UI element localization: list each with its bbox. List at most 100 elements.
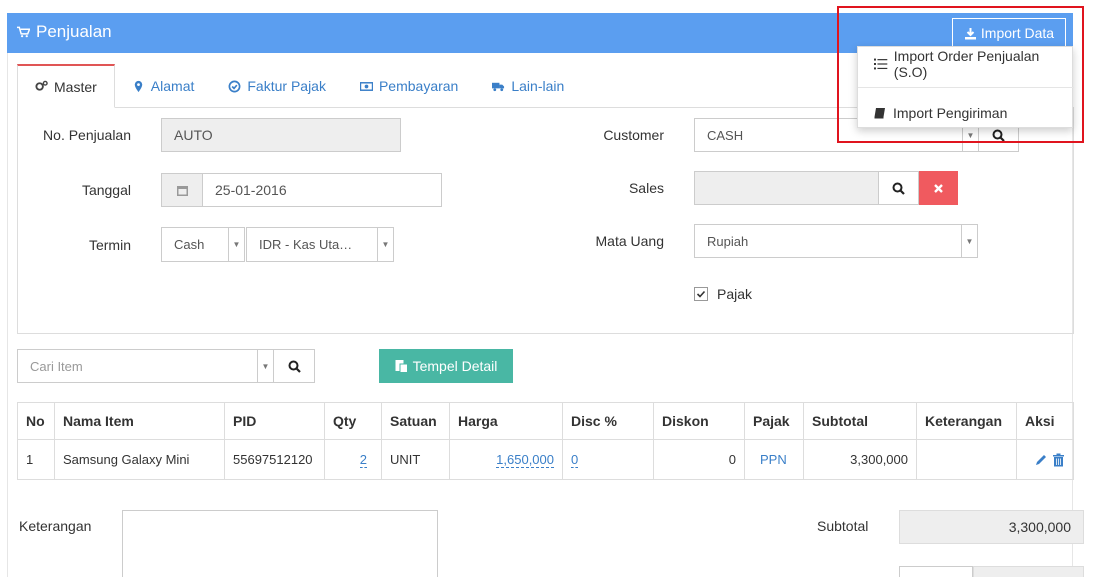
sales-label: Sales — [628, 180, 664, 196]
discount-input[interactable] — [899, 566, 973, 577]
calendar-addon[interactable] — [161, 173, 203, 207]
customer-value: CASH — [707, 127, 744, 143]
cell-keterangan — [916, 439, 1017, 480]
tab-lain-lain[interactable]: Lain-lain — [475, 64, 581, 108]
col-satuan: Satuan — [381, 402, 450, 440]
import-data-label: Import Data — [980, 25, 1055, 41]
truck-icon — [492, 82, 505, 91]
book-icon — [874, 108, 885, 119]
cell-diskon: 0 — [653, 439, 745, 480]
sales-clear-button[interactable] — [919, 171, 958, 205]
no-penjualan-label: No. Penjualan — [43, 127, 131, 143]
disc-edit-link[interactable]: 0 — [571, 452, 579, 468]
cell-pid: 55697512120 — [224, 439, 325, 480]
shopping-cart-icon — [17, 26, 30, 38]
qty-edit-link[interactable]: 2 — [359, 452, 367, 468]
pajak-label: Pajak — [717, 286, 753, 302]
checkmark-icon — [696, 290, 706, 298]
cell-nama: Samsung Galaxy Mini — [54, 439, 225, 480]
cell-disc: 0 — [562, 439, 654, 480]
close-icon — [934, 183, 943, 193]
search-icon — [288, 360, 301, 373]
menu-item-import-order-label: Import Order Penjualan (S.O) — [893, 48, 1040, 80]
harga-edit-link[interactable]: 1,650,000 — [496, 452, 554, 468]
sales-field[interactable] — [694, 171, 879, 205]
termin-label: Termin — [88, 237, 131, 253]
customer-label: Customer — [603, 127, 664, 143]
pencil-icon[interactable] — [1034, 453, 1048, 467]
paste-icon — [395, 360, 408, 373]
tab-lain-lain-label: Lain-lain — [511, 78, 565, 94]
no-penjualan-value: AUTO — [174, 127, 213, 143]
col-harga: Harga — [449, 402, 563, 440]
calendar-icon — [176, 185, 188, 196]
search-icon — [992, 129, 1005, 142]
mata-uang-label: Mata Uang — [595, 233, 664, 249]
check-circle-icon — [228, 80, 241, 92]
cell-no: 1 — [17, 439, 55, 480]
page-title: Penjualan — [17, 22, 112, 42]
tab-master-label: Master — [54, 78, 97, 95]
cell-harga: 1,650,000 — [449, 439, 563, 480]
menu-divider — [858, 87, 1074, 88]
subtotal-value: 3,300,000 — [1008, 519, 1071, 535]
col-aksi: Aksi — [1016, 402, 1074, 440]
cogs-icon — [35, 80, 48, 91]
menu-item-import-order[interactable]: Import Order Penjualan (S.O) — [858, 48, 1074, 80]
tanggal-label: Tanggal — [81, 182, 131, 198]
subtotal-field: 3,300,000 — [899, 510, 1084, 544]
chevron-down-icon: ▼ — [228, 228, 244, 261]
keterangan-textarea[interactable] — [122, 510, 438, 577]
cell-qty: 2 — [324, 439, 382, 480]
mata-uang-select[interactable]: Rupiah ▼ — [694, 224, 978, 258]
kas-value: IDR - Kas Uta… — [259, 237, 353, 252]
tempel-detail-button[interactable]: Tempel Detail — [379, 349, 513, 383]
tab-faktur-pajak[interactable]: Faktur Pajak — [211, 64, 343, 108]
termin-select[interactable]: Cash ▼ — [161, 227, 245, 262]
col-subtotal: Subtotal — [803, 402, 917, 440]
money-icon — [359, 81, 373, 91]
tanggal-input[interactable]: 25-01-2016 — [202, 173, 442, 207]
tab-alamat-label: Alamat — [150, 78, 195, 94]
import-dropdown-menu: Import Order Penjualan (S.O) Import Peng… — [857, 46, 1074, 128]
sales-search-button[interactable] — [878, 171, 919, 205]
col-diskon: Diskon — [653, 402, 745, 440]
chevron-down-icon: ▼ — [961, 225, 977, 257]
item-search-placeholder: Cari Item — [30, 358, 83, 374]
col-pid: PID — [224, 402, 325, 440]
col-nama-item: Nama Item — [54, 402, 225, 440]
tanggal-value: 25-01-2016 — [215, 182, 287, 198]
col-pajak: Pajak — [744, 402, 804, 440]
map-marker-icon — [134, 80, 143, 92]
tab-pembayaran-label: Pembayaran — [378, 78, 459, 94]
table-header-row: No Nama Item PID Qty Satuan Harga Disc %… — [17, 402, 1074, 440]
keterangan-label: Keterangan — [19, 518, 92, 534]
item-search-button[interactable] — [273, 349, 315, 383]
tab-pembayaran[interactable]: Pembayaran — [343, 64, 475, 108]
cell-aksi — [1016, 439, 1074, 480]
trash-icon[interactable] — [1052, 453, 1065, 467]
kas-select[interactable]: IDR - Kas Uta… ▼ — [246, 227, 394, 262]
cell-subtotal: 3,300,000 — [803, 439, 917, 480]
page-title-text: Penjualan — [36, 22, 112, 41]
list-icon — [874, 58, 888, 70]
subtotal-label: Subtotal — [817, 518, 869, 534]
tab-alamat[interactable]: Alamat — [115, 64, 212, 108]
col-no: No — [17, 402, 55, 440]
item-search-select[interactable]: Cari Item ▼ — [17, 349, 274, 383]
col-keterangan: Keterangan — [916, 402, 1017, 440]
col-qty: Qty — [324, 402, 382, 440]
download-icon — [964, 27, 976, 39]
import-data-button[interactable]: Import Data — [952, 18, 1066, 48]
tempel-detail-label: Tempel Detail — [412, 358, 498, 374]
cell-pajak[interactable]: PPN — [744, 439, 804, 480]
termin-value: Cash — [174, 237, 205, 252]
menu-item-import-pengiriman-label: Import Pengiriman — [893, 105, 1008, 121]
search-icon — [892, 182, 905, 195]
col-disc: Disc % — [562, 402, 654, 440]
menu-item-import-pengiriman[interactable]: Import Pengiriman — [858, 98, 1074, 128]
tab-master[interactable]: Master — [17, 64, 115, 108]
items-table: No Nama Item PID Qty Satuan Harga Disc %… — [17, 402, 1074, 480]
pajak-checkbox[interactable] — [694, 287, 708, 301]
chevron-down-icon: ▼ — [377, 228, 393, 261]
